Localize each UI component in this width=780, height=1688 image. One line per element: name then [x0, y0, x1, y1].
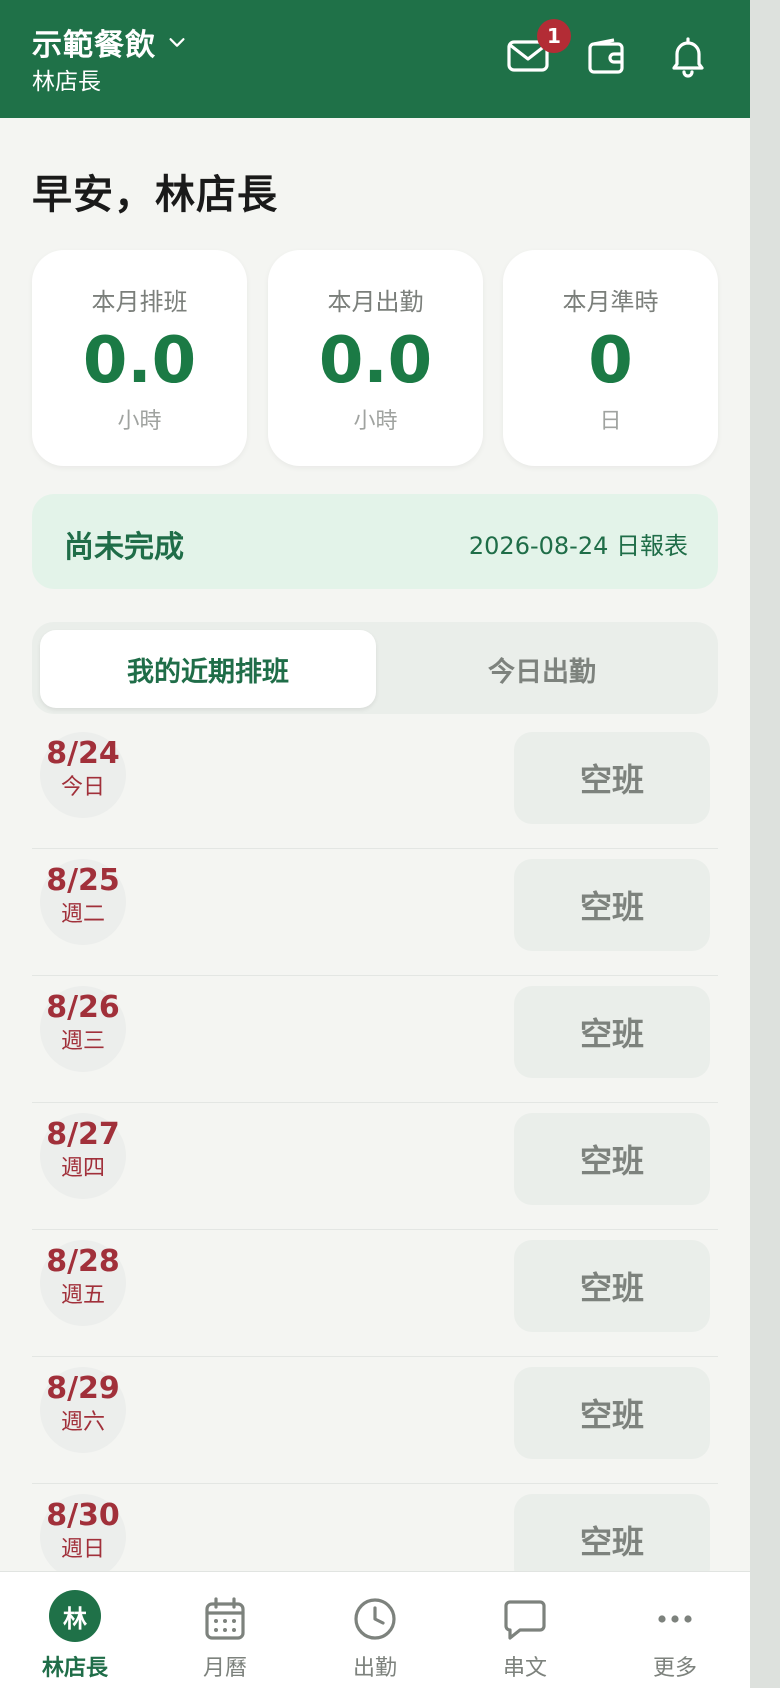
date-bubble: 8/28 週五 [40, 1240, 126, 1326]
schedule-date: 8/28 [46, 1244, 120, 1279]
stat-label: 本月準時 [562, 288, 659, 316]
shift-chip[interactable]: 空班 [514, 1367, 710, 1459]
date-bubble: 8/29 週六 [40, 1367, 126, 1453]
stat-card-scheduled: 本月排班 0.0 小時 [32, 250, 247, 466]
stat-label: 本月出勤 [327, 288, 424, 316]
shift-chip[interactable]: 空班 [514, 986, 710, 1078]
schedule-date: 8/30 [46, 1498, 120, 1533]
greeting-title: 早安，林店長 [32, 172, 278, 218]
wallet-icon [588, 38, 624, 74]
schedule-weekday: 週五 [60, 1283, 105, 1308]
app-screen: 示範餐飲 林店長 1 早安，林店長 本月排班 0.0 小時 本月出勤 0.0 小… [0, 0, 750, 1688]
schedule-date: 8/26 [46, 990, 120, 1025]
schedule-date: 8/27 [46, 1117, 120, 1152]
schedule-weekday: 週六 [60, 1410, 105, 1435]
shift-chip[interactable]: 空班 [514, 859, 710, 951]
schedule-weekday: 週四 [60, 1156, 105, 1181]
nav-label: 月曆 [202, 1656, 247, 1681]
top-header: 示範餐飲 林店長 1 [0, 0, 750, 118]
calendar-icon [200, 1594, 250, 1644]
report-status: 尚未完成 [64, 530, 184, 565]
schedule-weekday: 今日 [60, 775, 105, 800]
daily-report-banner[interactable]: 尚未完成 2026-08-24 日報表 [32, 494, 718, 589]
schedule-row: 8/27 週四 空班 [32, 1103, 718, 1230]
schedule-weekday: 週日 [60, 1537, 105, 1562]
schedule-row: 8/25 週二 空班 [32, 849, 718, 976]
user-role: 林店長 [32, 69, 101, 95]
stat-unit: 小時 [353, 409, 398, 434]
schedule-row: 8/29 週六 空班 [32, 1357, 718, 1484]
schedule-date: 8/29 [46, 1371, 120, 1406]
stat-label: 本月排班 [91, 288, 188, 316]
schedule-weekday: 週三 [60, 1029, 105, 1054]
date-bubble: 8/26 週三 [40, 986, 126, 1072]
bell-icon [672, 37, 704, 78]
stat-unit: 小時 [117, 409, 162, 434]
stat-card-on-time: 本月準時 0 日 [503, 250, 718, 466]
date-bubble: 8/27 週四 [40, 1113, 126, 1199]
notification-button[interactable] [666, 34, 710, 78]
org-switcher[interactable]: 示範餐飲 [32, 20, 188, 64]
nav-profile[interactable]: 林 林店長 [0, 1572, 150, 1688]
shift-chip[interactable]: 空班 [514, 1240, 710, 1332]
wallet-button[interactable] [586, 34, 630, 78]
nav-label: 出勤 [352, 1656, 397, 1681]
schedule-weekday: 週二 [60, 902, 105, 927]
report-date: 2026-08-24 日報表 [468, 532, 688, 560]
nav-label: 更多 [652, 1656, 697, 1681]
tab-my-schedule[interactable]: 我的近期排班 [40, 630, 376, 708]
org-name: 示範餐飲 [32, 28, 156, 63]
bottom-nav: 林 林店長 月曆 出勤 串文 更多 [0, 1571, 750, 1688]
tab-today-attendance[interactable]: 今日出勤 [374, 630, 710, 708]
schedule-date: 8/24 [46, 736, 120, 771]
nav-attendance[interactable]: 出勤 [300, 1572, 450, 1688]
unread-badge: 1 [537, 19, 571, 53]
chevron-down-icon [169, 38, 185, 47]
nav-label: 串文 [502, 1656, 547, 1681]
schedule-row: 8/24 今日 空班 [32, 722, 718, 849]
date-bubble: 8/24 今日 [40, 732, 126, 818]
segmented-tabs: 我的近期排班 今日出勤 [32, 622, 718, 714]
stat-value: 0.0 [318, 324, 433, 398]
date-bubble: 8/25 週二 [40, 859, 126, 945]
schedule-row: 8/28 週五 空班 [32, 1230, 718, 1357]
nav-label: 林店長 [41, 1656, 108, 1681]
more-icon [650, 1594, 700, 1644]
schedule-list: 8/24 今日 空班 8/25 週二 空班 8/26 週三 空班 8/27 週四 [32, 722, 718, 1611]
schedule-row: 8/26 週三 空班 [32, 976, 718, 1103]
stat-value: 0.0 [82, 324, 197, 398]
nav-posts[interactable]: 串文 [450, 1572, 600, 1688]
clock-icon [350, 1594, 400, 1644]
nav-calendar[interactable]: 月曆 [150, 1572, 300, 1688]
shift-chip[interactable]: 空班 [514, 1113, 710, 1205]
shift-chip[interactable]: 空班 [514, 732, 710, 824]
nav-more[interactable]: 更多 [600, 1572, 750, 1688]
date-bubble: 8/30 週日 [40, 1494, 126, 1580]
stat-unit: 日 [599, 409, 622, 434]
stat-card-attendance: 本月出勤 0.0 小時 [268, 250, 483, 466]
schedule-date: 8/25 [46, 863, 120, 898]
stat-value: 0 [588, 324, 633, 398]
chat-icon [500, 1594, 550, 1644]
avatar: 林 [49, 1590, 101, 1642]
